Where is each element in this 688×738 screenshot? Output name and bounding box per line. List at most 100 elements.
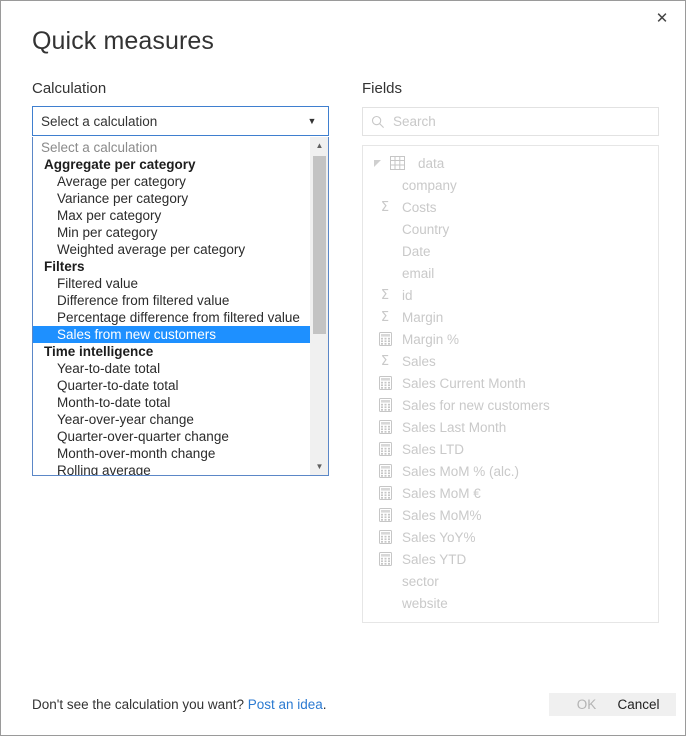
measure-icon: [375, 486, 395, 500]
triangle-expanded-icon[interactable]: [369, 159, 387, 167]
fields-table-row[interactable]: data: [363, 152, 658, 174]
field-label: Sales Current Month: [402, 375, 526, 391]
dropdown-option[interactable]: Average per category: [33, 173, 310, 190]
dropdown-option[interactable]: Percentage difference from filtered valu…: [33, 309, 310, 326]
dropdown-option[interactable]: Rolling average: [33, 462, 310, 475]
fields-search-box[interactable]: [362, 107, 659, 136]
field-row[interactable]: Σ Margin: [363, 306, 658, 328]
field-row[interactable]: Sales YTD: [363, 548, 658, 570]
measure-icon: [375, 464, 395, 478]
dropdown-option[interactable]: Variance per category: [33, 190, 310, 207]
measure-icon: [375, 530, 395, 544]
field-label: Sales MoM%: [402, 507, 482, 523]
field-label: website: [402, 595, 448, 611]
field-row[interactable]: Sales Current Month: [363, 372, 658, 394]
field-label: Margin %: [402, 331, 460, 347]
chevron-down-icon: ▼: [307, 115, 317, 126]
measure-icon: [375, 398, 395, 412]
fields-tree[interactable]: data company Σ Costs Country Date email Σid Σ Ma…: [362, 145, 659, 623]
field-label: Sales Last Month: [402, 419, 507, 435]
field-row[interactable]: email: [363, 262, 658, 284]
footer-note-text: Don't see the calculation you want?: [32, 697, 248, 712]
table-icon: [387, 156, 407, 170]
dropdown-option[interactable]: Year-to-date total: [33, 360, 310, 377]
measure-icon: [375, 442, 395, 456]
field-label: sector: [402, 573, 439, 589]
field-label: Sales LTD: [402, 441, 465, 457]
dropdown-option[interactable]: Month-over-month change: [33, 445, 310, 462]
calculation-label: Calculation: [32, 80, 107, 97]
post-an-idea-link[interactable]: Post an idea: [248, 697, 323, 712]
dropdown-group-header: Filters: [44, 259, 85, 274]
field-label: Sales: [402, 353, 436, 369]
field-label: Costs: [402, 199, 437, 215]
field-row[interactable]: sector: [363, 570, 658, 592]
measure-icon: [375, 420, 395, 434]
measure-icon: [375, 376, 395, 390]
footer-note-suffix: .: [322, 697, 327, 712]
field-row[interactable]: website: [363, 592, 658, 614]
footer-note: Don't see the calculation you want? Post…: [32, 697, 327, 712]
dropdown-option[interactable]: Month-to-date total: [33, 394, 310, 411]
measure-icon: [375, 508, 395, 522]
field-label: Sales MoM €: [402, 485, 481, 501]
scroll-up-arrow-icon[interactable]: ▲: [311, 137, 328, 154]
field-label: Sales MoM % (alc.): [402, 463, 520, 479]
dropdown-option[interactable]: Min per category: [33, 224, 310, 241]
field-label: id: [402, 287, 413, 303]
measure-icon: [375, 552, 395, 566]
cancel-button[interactable]: Cancel: [601, 693, 676, 716]
field-row[interactable]: Date: [363, 240, 658, 262]
field-row[interactable]: Sales Last Month: [363, 416, 658, 438]
search-icon: [363, 115, 393, 129]
field-row[interactable]: Sales MoM%: [363, 504, 658, 526]
field-row[interactable]: Margin %: [363, 328, 658, 350]
scroll-down-arrow-icon[interactable]: ▼: [311, 458, 328, 475]
dropdown-option[interactable]: Max per category: [33, 207, 310, 224]
calculation-option-list[interactable]: Select a calculation Aggregate per catego…: [33, 137, 310, 475]
dropdown-option[interactable]: Quarter-to-date total: [33, 377, 310, 394]
field-row[interactable]: company: [363, 174, 658, 196]
search-input[interactable]: [393, 114, 658, 129]
dropdown-group-header: Time intelligence: [44, 344, 154, 359]
calculation-dropdown[interactable]: Select a calculation ▼: [32, 106, 329, 136]
field-label: Country: [402, 221, 450, 237]
fields-label: Fields: [362, 80, 403, 97]
field-row[interactable]: Sales MoM % (alc.): [363, 460, 658, 482]
field-label: Sales YoY%: [402, 529, 476, 545]
dropdown-option[interactable]: Filtered value: [33, 275, 310, 292]
sigma-icon: Σ: [380, 309, 390, 325]
sigma-icon: Σ: [380, 199, 390, 215]
field-label: Date: [402, 243, 431, 259]
sigma-icon: Σ: [380, 353, 390, 369]
measure-icon: [375, 332, 395, 346]
field-row[interactable]: Sales for new customers: [363, 394, 658, 416]
field-row[interactable]: Σ Sales: [363, 350, 658, 372]
sigma-icon: Σ: [380, 287, 390, 303]
dropdown-option[interactable]: Quarter-over-quarter change: [33, 428, 310, 445]
quick-measures-dialog: ✕ Quick measures Calculation Select a ca…: [0, 0, 686, 736]
close-icon[interactable]: ✕: [640, 2, 684, 34]
field-row[interactable]: Country: [363, 218, 658, 240]
field-label: Sales for new customers: [402, 397, 550, 413]
page-title: Quick measures: [32, 27, 215, 55]
dropdown-group-header: Aggregate per category: [44, 157, 196, 172]
dropdown-scrollbar[interactable]: ▲ ▼: [310, 137, 328, 475]
dropdown-option[interactable]: Select a calculation: [33, 139, 310, 156]
field-row[interactable]: Sales YoY%: [363, 526, 658, 548]
dropdown-option-selected[interactable]: Sales from new customers: [33, 326, 310, 343]
field-row[interactable]: Sales MoM €: [363, 482, 658, 504]
field-row[interactable]: Sales LTD: [363, 438, 658, 460]
field-label: Margin: [402, 309, 444, 325]
field-row[interactable]: Σid: [363, 284, 658, 306]
dropdown-option[interactable]: Weighted average per category: [33, 241, 310, 258]
dropdown-option[interactable]: Year-over-year change: [33, 411, 310, 428]
field-row[interactable]: Σ Costs: [363, 196, 658, 218]
calculation-selected-value: Select a calculation: [41, 113, 158, 129]
dropdown-option[interactable]: Difference from filtered value: [33, 292, 310, 309]
fields-table-name: data: [418, 155, 445, 171]
field-label: email: [402, 265, 435, 281]
scrollbar-thumb[interactable]: [313, 156, 326, 334]
field-label: Sales YTD: [402, 551, 467, 567]
calculation-dropdown-list[interactable]: Select a calculation Aggregate per catego…: [32, 137, 329, 476]
